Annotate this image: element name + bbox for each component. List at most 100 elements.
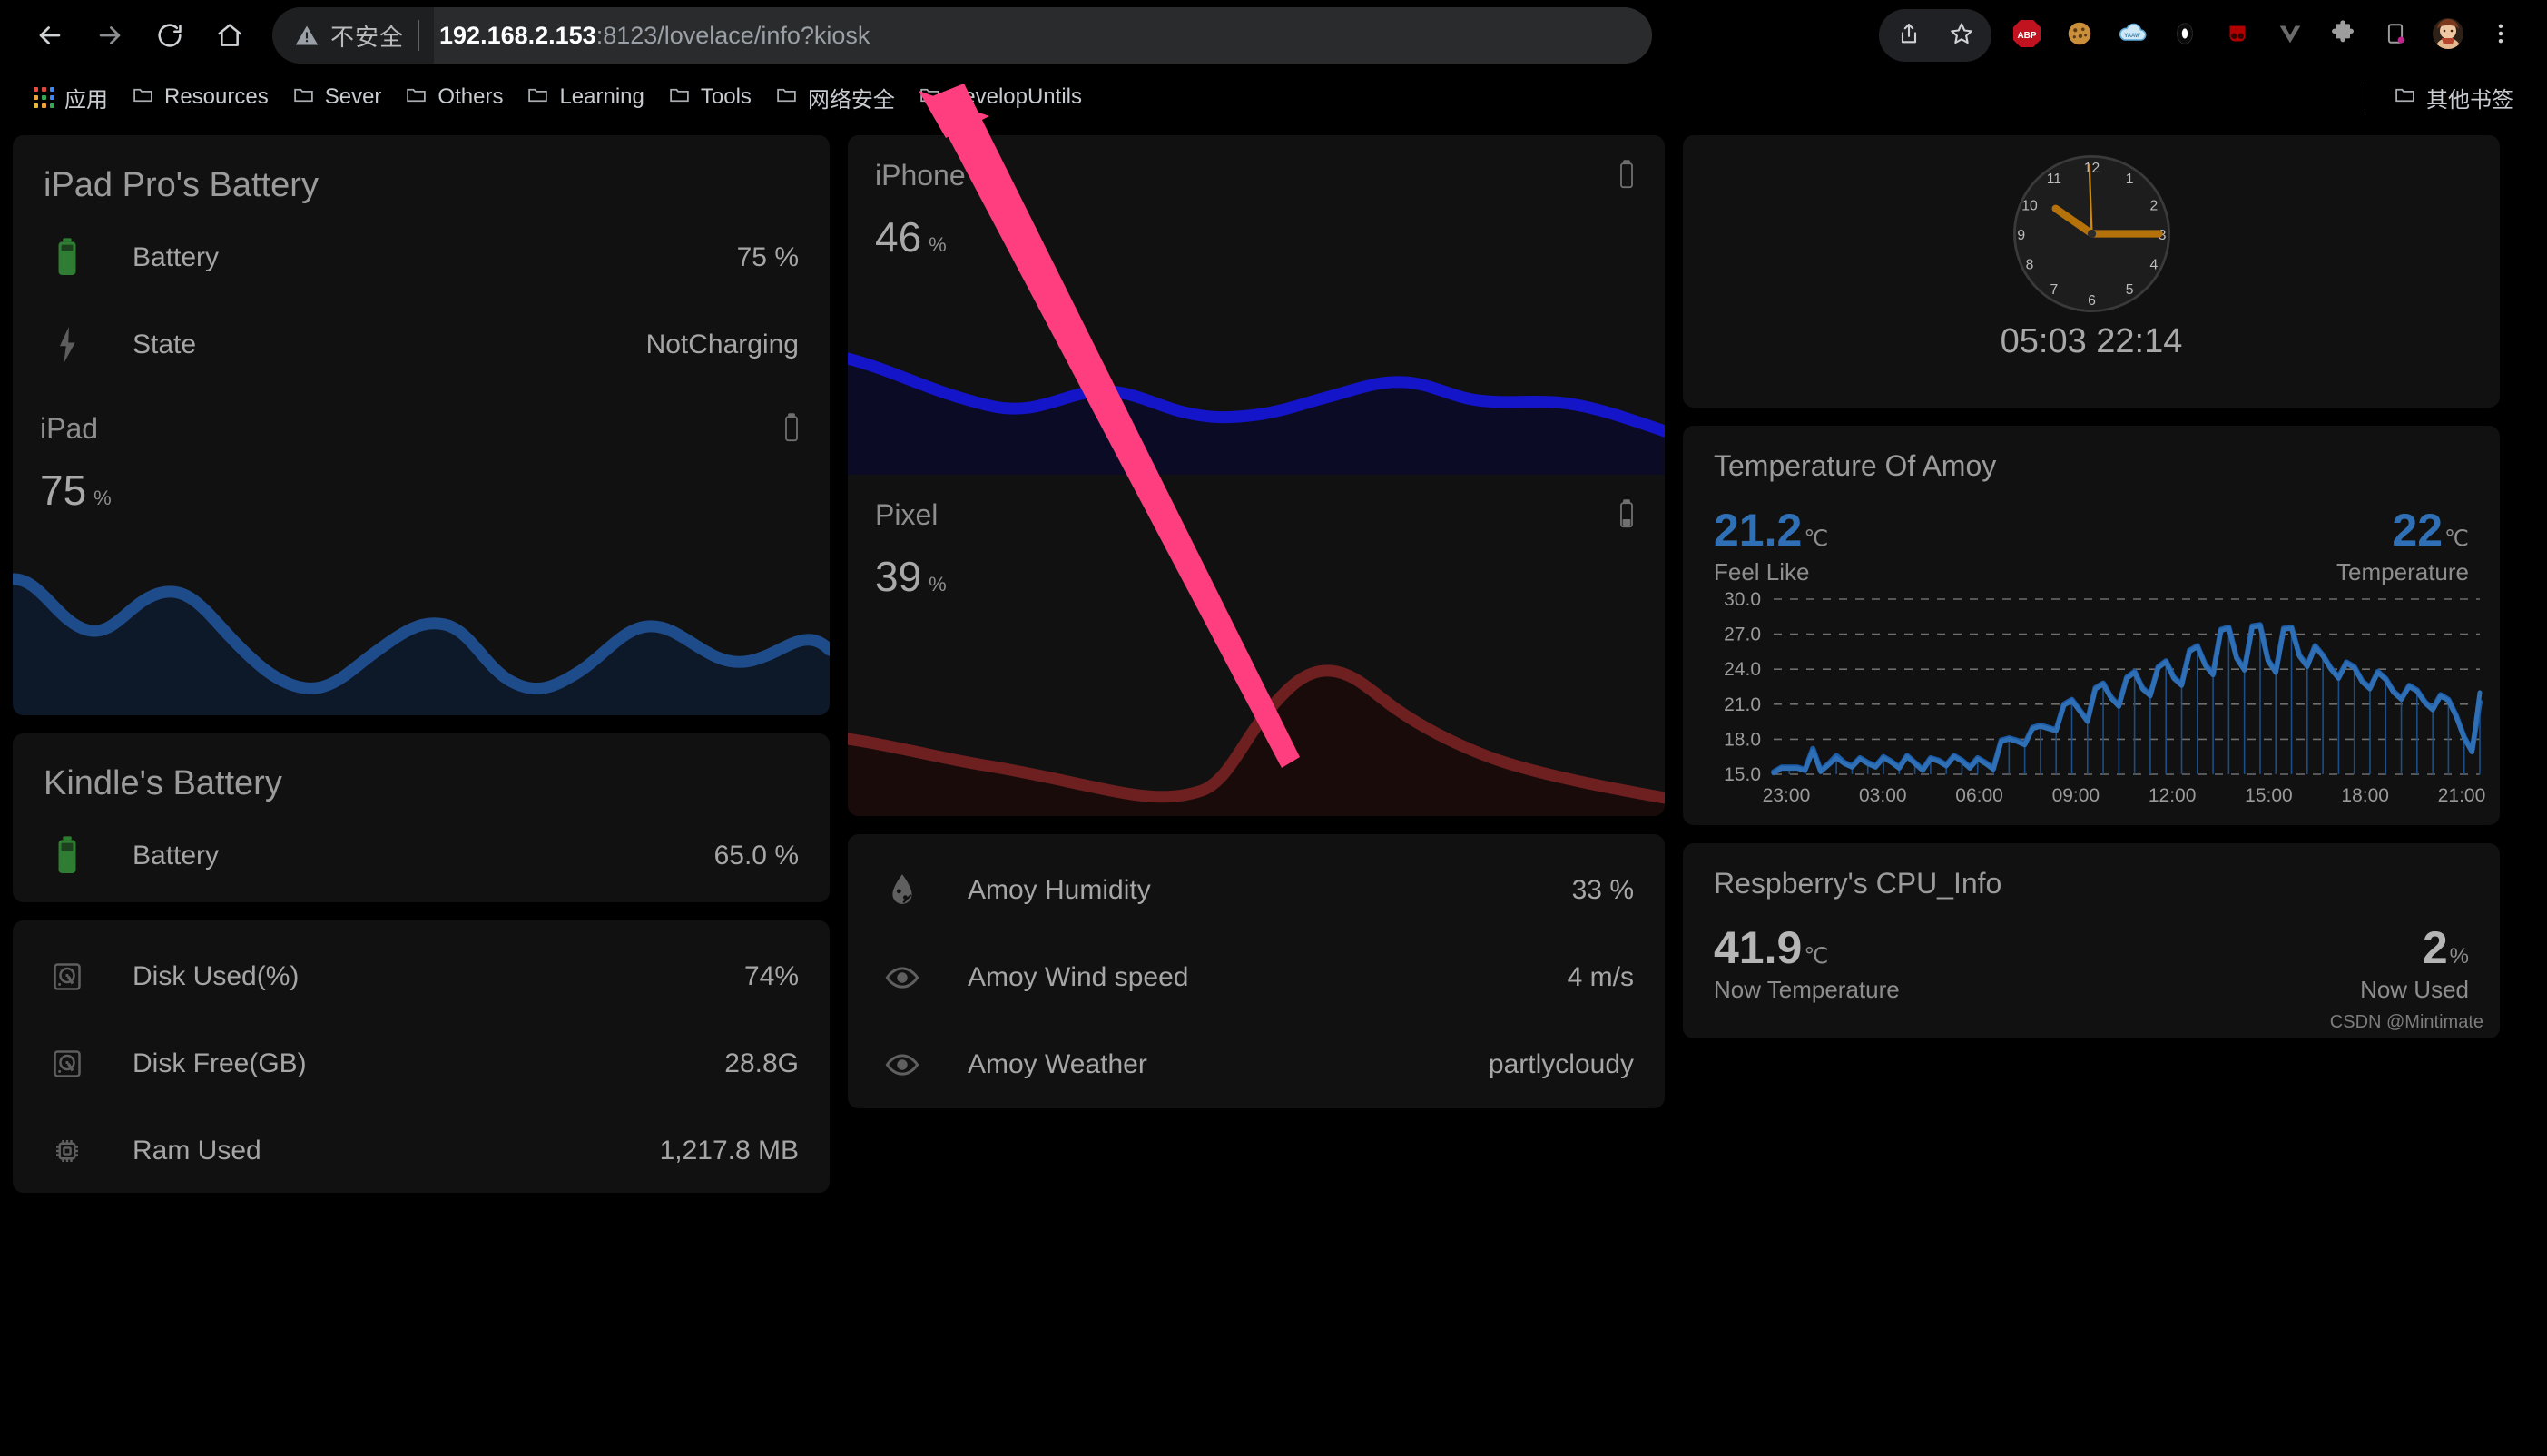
cpu-used-value-wrap: 2 % [2360,924,2469,972]
temperature-block: 22 ℃ Temperature [2336,507,2469,586]
reload-icon [155,21,184,50]
cpu-used-block: 2 % Now Used [2360,924,2469,1004]
ipad-graph-card[interactable]: iPad 75 % [13,389,830,715]
cpu-used-unit: % [2449,944,2469,969]
battery-low-icon [1616,498,1637,536]
entity-name: Ram Used [133,1136,261,1166]
entity-row-kindle-battery[interactable]: Battery 65.0 % [13,812,830,900]
bookmark-item-learning[interactable]: Learning [515,77,655,117]
folder-icon [2394,84,2416,111]
svg-text:03:00: 03:00 [1859,785,1907,806]
pixel-graph-header: Pixel [848,475,1665,536]
entity-name: Amoy Humidity [968,875,1151,905]
ring-extension-button[interactable] [2159,9,2211,62]
battery-icon [1616,159,1637,196]
bookmark-label: Learning [559,84,644,109]
entity-row-amoy-wind-speed[interactable]: Amoy Wind speed 4 m/s [848,934,1665,1021]
system-stats-card[interactable]: Disk Used(%) 74% Disk Free(GB) 28.8G Ram… [13,920,830,1193]
profile-avatar-button[interactable] [2422,9,2474,62]
entity-row-ram-used[interactable]: Ram Used 1,217.8 MB [13,1107,830,1193]
omnibox[interactable]: 不安全 192.168.2.153 :8123/lovelace/info?ki… [272,7,1652,64]
svg-text:23:00: 23:00 [1763,785,1811,806]
legend-label: Temperature: 22 ℃ [2124,824,2313,826]
kindle-battery-card[interactable]: Kindle's Battery Battery 65.0 % [13,733,830,902]
graph-unit: % [929,573,947,595]
bookmark-label: Sever [324,84,382,109]
chrome-menu-button[interactable] [2474,9,2527,62]
back-arrow-icon [34,20,65,51]
phones-battery-card[interactable]: iPhone 46 % Pixel 39 % [848,135,1665,816]
entity-value: partlycloudy [1488,1049,1634,1079]
yaaw-button[interactable]: YAAW [2106,9,2159,62]
url-input[interactable]: 192.168.2.153 :8123/lovelace/info?kiosk [434,7,1652,64]
extensions-button[interactable] [2316,9,2369,62]
red-mask-button[interactable] [2211,9,2264,62]
warning-triangle-icon[interactable] [294,23,320,48]
card-title: Temperature Of Amoy [1714,449,1997,482]
iphone-graph-card[interactable]: iPhone 46 % [848,135,1665,475]
svg-text:6: 6 [2088,293,2096,309]
entity-row-disk-free[interactable]: Disk Free(GB) 28.8G [13,1020,830,1107]
browser-chrome: 不安全 192.168.2.153 :8123/lovelace/info?ki… [0,0,2547,123]
bookmark-button[interactable] [1935,9,1988,62]
entity-row-battery[interactable]: Battery 75 % [13,214,830,301]
feel-like-value-wrap: 21.2 ℃ [1714,507,1828,555]
svg-text:27.0: 27.0 [1724,624,1761,644]
other-bookmarks-label: 其他书签 [2426,87,2513,113]
svg-text:18:00: 18:00 [2341,785,2389,806]
forward-button[interactable] [80,5,140,65]
adblock-plus-button[interactable]: ABP [2001,9,2053,62]
cpu-info-card[interactable]: Respberry's CPU_Info 41.9 ℃ Now Temperat… [1683,843,2500,1038]
bookmark-item-sever[interactable]: Sever [280,77,394,117]
temperature-card[interactable]: Temperature Of Amoy 21.2 ℃ Feel Like 22 … [1683,426,2500,825]
entity-value: 33 % [1571,875,1634,905]
ipad-graph-header: iPad [13,389,830,449]
entity-row-amoy-weather[interactable]: Amoy Weather partlycloudy [848,1021,1665,1108]
dashboard: iPad Pro's Battery Battery 75 % State No… [0,123,2547,1456]
clock-card[interactable]: 12 1 2 3 4 5 6 7 8 9 10 11 05:03 22:14 [1683,135,2500,408]
other-bookmarks-button[interactable]: 其他书签 [2382,75,2525,120]
share-button[interactable] [1883,9,1935,62]
folder-icon [405,84,428,111]
pixel-graph-card[interactable]: Pixel 39 % [848,475,1665,816]
temperature-value-wrap: 22 ℃ [2336,507,2469,555]
svg-text:15:00: 15:00 [2245,785,2293,806]
amoy-sensors-card[interactable]: Amoy Humidity 33 % Amoy Wind speed 4 m/s [848,834,1665,1108]
bookmark-item-tools[interactable]: Tools [656,77,763,117]
svg-text:24.0: 24.0 [1724,659,1761,680]
bookmark-item-network-security[interactable]: 网络安全 [763,75,907,120]
browser-toolbar-right: ABP YAAW [1879,9,2527,62]
battery-icon [44,234,91,281]
water-percent-icon [879,867,926,914]
svg-text:1: 1 [2125,172,2133,187]
svg-text:09:00: 09:00 [2052,785,2100,806]
entity-row-disk-used[interactable]: Disk Used(%) 74% [13,933,830,1020]
folder-icon [919,84,941,111]
entity-value: NotCharging [645,330,799,359]
svg-text:06:00: 06:00 [1955,785,2003,806]
tab-device-button[interactable] [2369,9,2422,62]
svg-text:7: 7 [2050,282,2058,298]
svg-text:8: 8 [2025,257,2033,272]
cpu-used-label: Now Used [2360,975,2469,1003]
eye-icon [879,954,926,1001]
vue-devtools-button[interactable] [2264,9,2316,62]
ring-icon [2169,18,2200,54]
clock-datetime-text: 05:03 22:14 [2000,322,2183,360]
back-button[interactable] [20,5,80,65]
bookmark-item-others[interactable]: Others [393,77,515,117]
svg-text:12:00: 12:00 [2149,785,2197,806]
entity-row-state[interactable]: State NotCharging [13,301,830,389]
ipad-pro-battery-card[interactable]: iPad Pro's Battery Battery 75 % State No… [13,135,830,715]
entity-row-amoy-humidity[interactable]: Amoy Humidity 33 % [848,847,1665,934]
temperature-chart-svg: 15.0 18.0 21.0 24.0 27.0 30.0 23:00 03:00 06:00 0… [1724,589,2485,806]
folder-icon [292,84,315,111]
home-button[interactable] [200,5,260,65]
reload-button[interactable] [140,5,200,65]
temperature-label: Temperature [2336,557,2469,585]
apps-shortcut[interactable]: 应用 [22,75,120,120]
temperature-chart[interactable]: 15.0 18.0 21.0 24.0 27.0 30.0 23:00 03:00 06:00 0… [1683,586,2500,819]
bookmark-item-developuntils[interactable]: developUntils [907,77,1094,117]
bookmark-item-resources[interactable]: Resources [120,77,280,117]
cookie-button[interactable] [2053,9,2106,62]
